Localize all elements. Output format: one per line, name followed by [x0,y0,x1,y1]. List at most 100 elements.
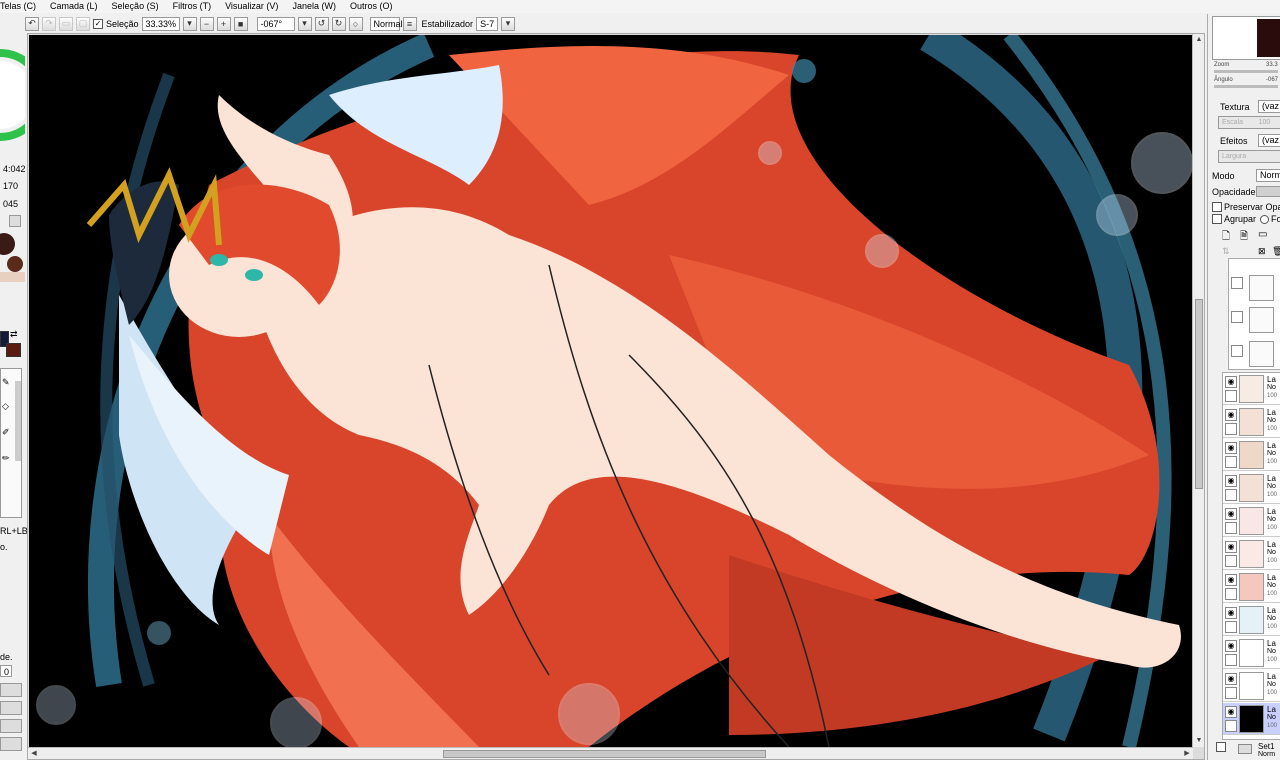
zoom-out-icon[interactable]: − [199,16,214,31]
left-button-1[interactable] [0,683,22,697]
zoom-field[interactable]: 33.33% [141,16,180,31]
lock-icon[interactable] [1225,456,1237,468]
swatch-button[interactable] [9,215,21,227]
pen-tool-icon[interactable]: ✎ [2,377,10,388]
eraser-tool-icon[interactable]: ◇ [2,401,9,412]
menu-camada[interactable]: Camada (L) [50,0,98,13]
nav-angle-slider[interactable] [1214,85,1278,88]
scroll-right-icon[interactable]: ▶ [1182,749,1192,759]
menu-outros[interactable]: Outros (O) [350,0,393,13]
mode-field[interactable]: Norma [1256,169,1280,182]
angle-field[interactable]: -067° [256,16,295,31]
eye-icon[interactable]: ◉ [1225,673,1237,685]
scroll-down-icon[interactable]: ▼ [1194,736,1204,746]
undo-icon[interactable]: ↶ [25,16,39,31]
width-field[interactable]: Largura [1218,150,1280,163]
tool-list[interactable]: ✎ ◇ ✐ ✏ [0,368,22,518]
menu-janela[interactable]: Janela (W) [292,0,336,13]
redo-icon[interactable]: ↷ [42,16,56,31]
layer-list[interactable]: ◉ La No 100 ◉ La No 100 ◉ La No 100 ◉ La No 100 ◉ La No 100… [1222,372,1280,740]
layer-row[interactable]: ◉ La No 100 [1223,637,1280,669]
swap-colors-icon[interactable]: ⇄ [10,329,18,340]
nav-zoom-slider[interactable] [1214,70,1278,73]
layer-row[interactable]: ◉ La No 100 [1223,571,1280,603]
layer-row[interactable]: ◉ La No 100 [1223,505,1280,537]
group-checkbox[interactable] [1212,214,1222,224]
left-button-3[interactable] [0,719,22,733]
color-palette[interactable] [0,230,25,290]
layer-eye-icon[interactable] [1231,311,1243,323]
delete-layer-icon[interactable]: 🗑 [1272,246,1280,257]
lock-icon[interactable] [1225,720,1237,732]
menu-visualizar[interactable]: Visualizar (V) [225,0,278,13]
layer-row[interactable]: ◉ La No 100 [1223,406,1280,438]
eye-icon[interactable]: ◉ [1225,376,1237,388]
horizontal-scroll-thumb[interactable] [443,750,766,758]
zoom-dropdown-icon[interactable]: ▾ [182,16,197,31]
layer-row[interactable]: ◉ La No 100 [1223,472,1280,504]
zoom-in-icon[interactable]: + [216,16,231,31]
tool-list-scrollbar[interactable] [15,381,21,461]
preserve-opacity-checkbox[interactable] [1212,202,1222,212]
color-wheel[interactable] [0,43,25,153]
texture-field[interactable]: (vaz [1258,100,1280,113]
eye-icon[interactable]: ◉ [1225,508,1237,520]
brush-tool-icon[interactable]: ✐ [2,427,10,438]
layer-row[interactable]: ◉ La No 100 [1223,670,1280,702]
invert-selection-icon[interactable]: ▢ [76,16,90,31]
opacity-slider[interactable] [1256,186,1280,197]
vertical-scrollbar[interactable]: ▲ ▼ [1192,34,1204,747]
vertical-scroll-thumb[interactable] [1195,299,1203,489]
left-panel-value[interactable]: 0 [0,665,12,677]
lock-icon[interactable] [1225,390,1237,402]
eye-icon[interactable]: ◉ [1225,541,1237,553]
effects-field[interactable]: (vaz [1258,134,1280,147]
eye-icon[interactable]: ◉ [1225,640,1237,652]
zoom-reset-icon[interactable]: ■ [233,16,248,31]
lock-icon[interactable] [1225,489,1237,501]
rotate-reset-icon[interactable]: ○ [348,16,363,31]
layer-eye-icon[interactable] [1231,277,1243,289]
eye-icon[interactable]: ◉ [1225,706,1237,718]
eye-icon[interactable]: ◉ [1225,574,1237,586]
layer-set-visibility[interactable] [1216,742,1226,752]
lock-icon[interactable] [1225,687,1237,699]
stabilizer-dropdown-icon[interactable]: ▾ [501,16,516,31]
lock-icon[interactable] [1225,555,1237,567]
scale-field[interactable]: Escala 100 [1218,116,1280,129]
lock-icon[interactable] [1225,621,1237,633]
move-layer-icon[interactable]: ⇅ [1222,246,1230,257]
navigator-preview[interactable] [1212,16,1280,60]
deselect-icon[interactable]: ▭ [59,16,73,31]
eye-icon[interactable]: ◉ [1225,442,1237,454]
new-vector-layer-icon[interactable]: 🗎 [1240,229,1248,246]
layer-row[interactable]: ◉ La No 100 [1223,439,1280,471]
rotate-left-icon[interactable]: ↺ [314,16,329,31]
scroll-up-icon[interactable]: ▲ [1194,35,1204,45]
selection-checkbox[interactable]: ✓ [93,18,103,29]
secondary-color[interactable] [6,343,21,357]
horizontal-scrollbar[interactable]: ◀ ▶ [28,747,1193,759]
layer-set-row[interactable]: Set1 Norm [1216,742,1280,760]
stabilizer-field[interactable]: S-7 [476,16,499,31]
merge-layer-icon[interactable]: ⊠ [1258,246,1266,257]
menu-selecao[interactable]: Seleção (S) [112,0,159,13]
drawing-canvas[interactable] [29,35,1192,747]
menu-telas[interactable]: Telas (C) [0,0,36,13]
flip-icon[interactable]: ≡ [402,16,417,31]
eye-icon[interactable]: ◉ [1225,475,1237,487]
eye-icon[interactable]: ◉ [1225,607,1237,619]
new-layer-icon[interactable]: 🗋 [1222,229,1230,246]
lock-icon[interactable] [1225,423,1237,435]
left-button-4[interactable] [0,737,22,751]
layer-row[interactable]: ◉ La No 100 [1223,373,1280,405]
new-folder-icon[interactable]: ▭ [1258,229,1267,240]
layer-list-top[interactable] [1228,258,1280,370]
rotate-right-icon[interactable]: ↻ [331,16,346,31]
lock-icon[interactable] [1225,522,1237,534]
scroll-left-icon[interactable]: ◀ [29,749,39,759]
lock-icon[interactable] [1225,654,1237,666]
layer-row[interactable]: ◉ La No 100 [1223,538,1280,570]
menu-filtros[interactable]: Filtros (T) [173,0,212,13]
eye-icon[interactable]: ◉ [1225,409,1237,421]
